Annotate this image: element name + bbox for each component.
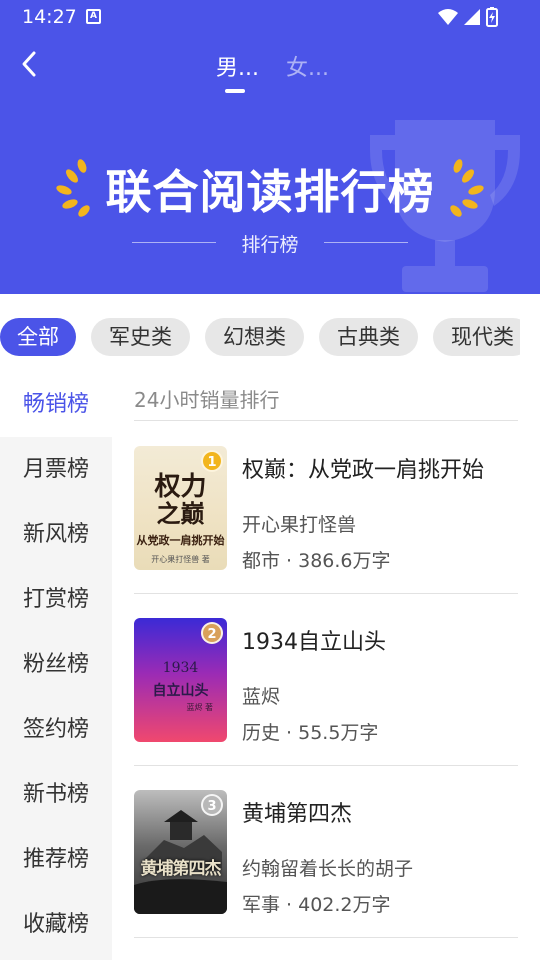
book-title: 1934自立山头 <box>242 630 386 655</box>
book-title: 权巅：从党政一肩挑开始 <box>242 458 485 483</box>
book-meta: 军事 · 402.2万字 <box>242 894 391 916</box>
sidebar-item-tips[interactable]: 打赏榜 <box>0 567 112 632</box>
sidebar-item-newbooks[interactable]: 新书榜 <box>0 762 112 827</box>
sidebar-item-favorites[interactable]: 收藏榜 <box>0 892 112 957</box>
book-meta: 都市 · 386.6万字 <box>242 550 391 572</box>
rank-sidebar: 畅销榜 月票榜 新风榜 打赏榜 粉丝榜 签约榜 新书榜 推荐榜 收藏榜 <box>0 372 112 960</box>
list-header: 24小时销量排行 <box>134 388 280 412</box>
banner-title: 联合阅读排行榜 <box>105 165 435 219</box>
chip-all[interactable]: 全部 <box>0 318 76 356</box>
sidebar-item-recommended[interactable]: 推荐榜 <box>0 827 112 892</box>
book-title: 黄埔第四杰 <box>242 802 353 827</box>
book-item[interactable]: 黄埔第四杰 3 黄埔第四杰 约翰留着长长的胡子 军事 · 402.2万字 <box>134 766 518 938</box>
book-cover: 权力 之巅 从党政一肩挑开始 开心果打怪兽 著 1 <box>134 446 227 570</box>
wifi-icon <box>438 9 458 25</box>
tab-female[interactable]: 女... <box>286 50 329 82</box>
cover-author: 蓝烬 著 <box>186 703 213 712</box>
cover-author: 开心果打怪兽 著 <box>151 555 210 564</box>
sidebar-item-monthly[interactable]: 月票榜 <box>0 437 112 502</box>
status-time: 14:27 <box>22 6 77 28</box>
chip-classic[interactable]: 古典类 <box>319 318 418 356</box>
book-cover: 1934 自立山头 蓝烬 著 2 <box>134 618 227 742</box>
sidebar-item-newwave[interactable]: 新风榜 <box>0 502 112 567</box>
signal-icon <box>464 9 480 25</box>
book-author: 开心果打怪兽 <box>242 514 357 536</box>
cover-title: 黄埔第四杰 <box>140 859 222 879</box>
cover-title: 之巅 <box>156 499 205 528</box>
chip-modern[interactable]: 现代类 <box>433 318 520 356</box>
status-icons <box>436 6 500 32</box>
sidebar-item-fans[interactable]: 粉丝榜 <box>0 632 112 697</box>
book-meta: 历史 · 55.5万字 <box>242 722 379 744</box>
header-banner: 14:27 A 男... 女... 联合阅读排行榜 排行榜 <box>0 0 540 294</box>
chip-military[interactable]: 军史类 <box>91 318 190 356</box>
battery-icon <box>486 7 498 27</box>
book-item[interactable]: 权力 之巅 从党政一肩挑开始 开心果打怪兽 著 1 权巅：从党政一肩挑开始 开心… <box>134 422 518 594</box>
banner-subtitle: 排行榜 <box>241 234 299 256</box>
rank-badge: 2 <box>201 622 223 644</box>
chip-fantasy[interactable]: 幻想类 <box>205 318 304 356</box>
cover-subtitle: 从党政一肩挑开始 <box>136 534 225 547</box>
book-item[interactable]: 1934 自立山头 蓝烬 著 2 1934自立山头 蓝烬 历史 · 55.5万字 <box>134 594 518 766</box>
content-area: 全部 军史类 幻想类 古典类 现代类 畅销榜 月票榜 新风榜 打赏榜 粉丝榜 签… <box>0 294 540 960</box>
divider <box>134 420 518 421</box>
category-chips: 全部 军史类 幻想类 古典类 现代类 <box>0 318 520 358</box>
book-author: 蓝烬 <box>242 686 281 708</box>
divider <box>134 937 518 938</box>
divider <box>324 242 408 243</box>
tab-male[interactable]: 男... <box>216 50 259 82</box>
status-bar: 14:27 A <box>0 0 540 34</box>
gender-tabs: 男... 女... <box>0 50 540 90</box>
book-cover: 黄埔第四杰 3 <box>134 790 227 914</box>
tab-indicator <box>225 89 245 93</box>
notification-a-icon: A <box>86 9 101 24</box>
cover-title: 自立山头 <box>152 683 209 699</box>
rank-badge: 3 <box>201 794 223 816</box>
sidebar-item-signed[interactable]: 签约榜 <box>0 697 112 762</box>
book-author: 约翰留着长长的胡子 <box>242 858 414 880</box>
sidebar-item-bestseller[interactable]: 畅销榜 <box>0 372 112 437</box>
cover-title: 1934 <box>162 660 199 676</box>
rank-badge: 1 <box>201 450 223 472</box>
